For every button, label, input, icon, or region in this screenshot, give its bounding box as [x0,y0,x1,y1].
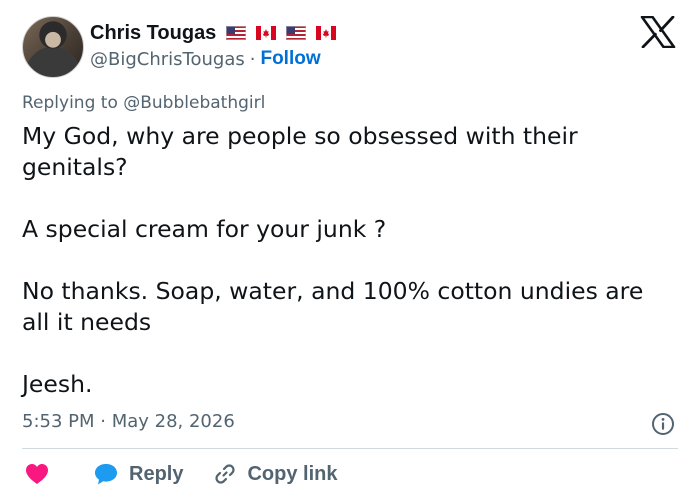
canada-flag-icon [316,26,337,40]
avatar[interactable] [22,16,84,78]
tweet-text: My God, why are people so obsessed with … [22,121,672,400]
link-icon [215,464,236,484]
follow-button[interactable]: Follow [260,48,320,70]
canada-flag-icon [256,26,277,40]
reply-button[interactable]: Reply [93,462,183,486]
tweet-paragraph: A special cream for your junk ? [22,215,387,243]
us-flag-icon [226,26,247,40]
replying-to[interactable]: Replying to @Bubblebathgirl [22,93,265,113]
reply-label: Reply [129,462,184,485]
divider [22,448,678,449]
us-flag-icon [286,26,307,40]
author-name-row: Chris Tougas [90,20,337,46]
flag-emojis [226,26,337,40]
copy-link-button[interactable]: Copy link [213,462,337,486]
info-icon[interactable] [651,412,675,436]
tweet-paragraph: My God, why are people so obsessed with … [22,122,578,181]
author-name[interactable]: Chris Tougas [90,22,216,45]
reply-bubble-icon [95,464,117,485]
tweet-card: Chris Tougas @BigChrisTougas · Follow Re… [0,0,700,502]
tweet-timestamp[interactable]: 5:53 PM · May 28, 2026 [22,411,235,432]
separator-dot: · [249,48,256,70]
action-bar: Reply Copy link [22,458,337,490]
author-handle-row: @BigChrisTougas · Follow [90,47,321,71]
x-logo-icon[interactable] [640,16,676,48]
copy-link-label: Copy link [247,462,338,485]
tweet-paragraph: No thanks. Soap, water, and 100% cotton … [22,277,644,336]
author-handle[interactable]: @BigChrisTougas [90,49,245,70]
heart-icon[interactable] [24,462,50,486]
tweet-paragraph: Jeesh. [22,370,93,398]
